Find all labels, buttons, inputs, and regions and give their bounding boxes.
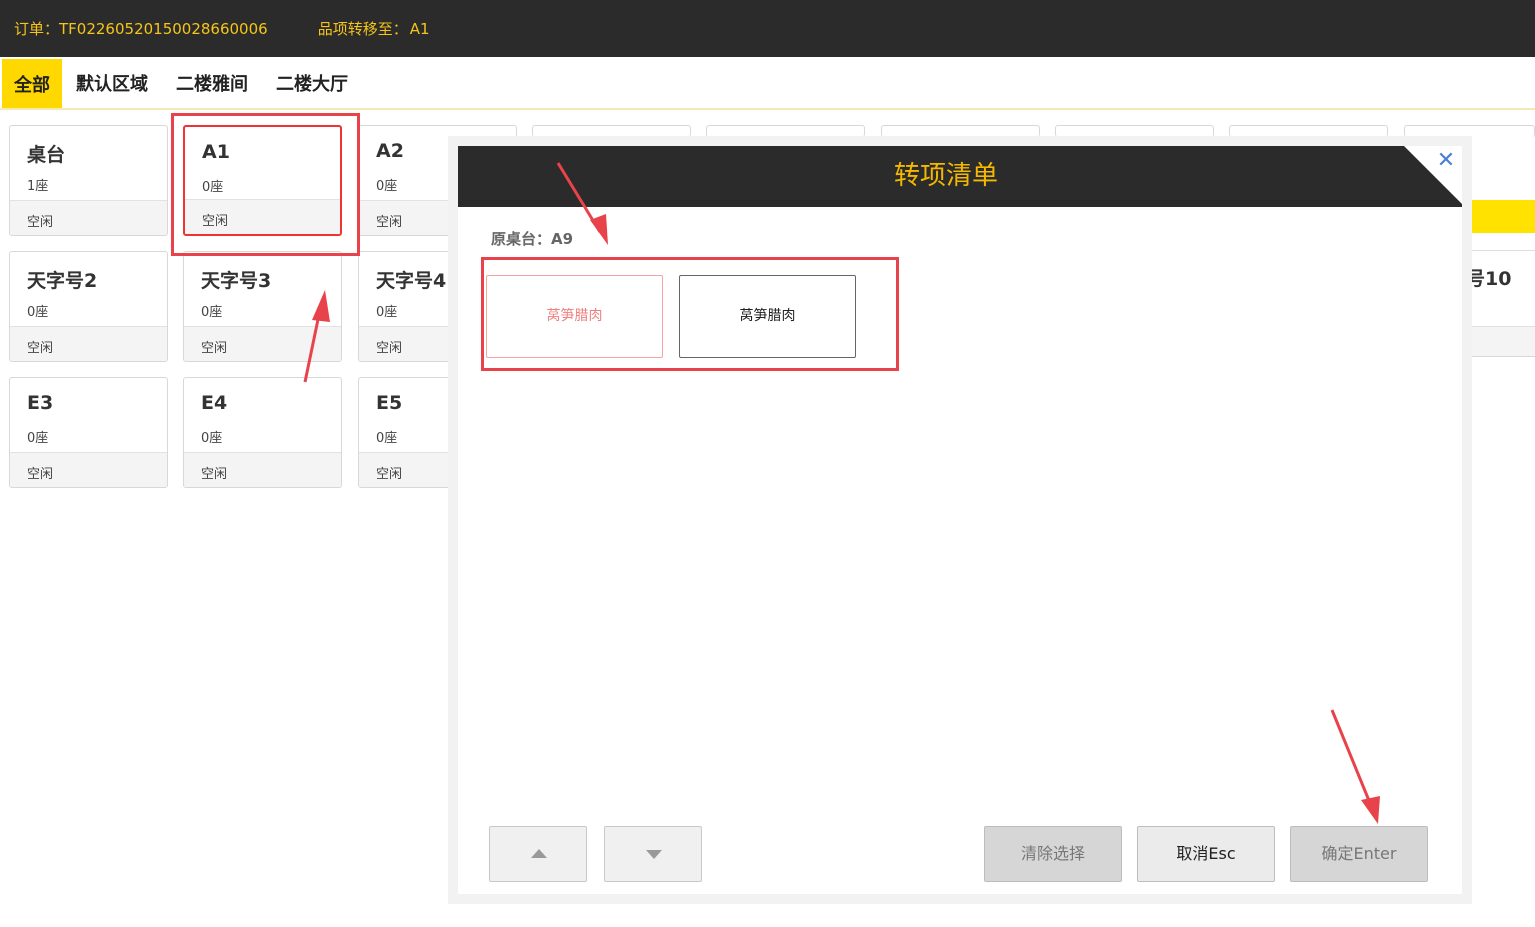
table-seats: 0座 xyxy=(27,305,49,320)
clear-selection-button[interactable]: 清除选择 xyxy=(984,826,1122,882)
source-table-value: A9 xyxy=(551,230,574,248)
table-name-partial: 号10 xyxy=(1466,268,1512,290)
table-name: E4 xyxy=(201,392,228,414)
table-card[interactable]: E4 0座 空闲 xyxy=(183,377,342,488)
table-name: E5 xyxy=(376,392,403,414)
table-status: 空闲 xyxy=(10,200,167,235)
close-icon[interactable]: ✕ xyxy=(1434,150,1458,174)
table-seats: 0座 xyxy=(201,305,223,320)
annotation-box-a1 xyxy=(171,113,360,256)
transfer-target: A1 xyxy=(409,20,430,38)
modal-header: 转项清单 xyxy=(458,146,1462,207)
table-card[interactable]: 天字号3 0座 空闲 xyxy=(183,251,342,362)
table-name: 天字号2 xyxy=(27,270,98,292)
tab-default-area[interactable]: 默认区域 xyxy=(62,57,162,108)
table-seats: 0座 xyxy=(376,179,398,194)
table-seats: 1座 xyxy=(27,179,49,194)
annotation-box-items xyxy=(481,257,899,371)
table-seats: 0座 xyxy=(376,305,398,320)
confirm-button[interactable]: 确定Enter xyxy=(1290,826,1428,882)
table-name: 天字号4 xyxy=(376,270,447,292)
table-status: 空闲 xyxy=(184,452,341,487)
transfer-info: 品项转移至： A1 xyxy=(318,18,430,39)
table-name: 桌台 xyxy=(27,144,66,166)
scroll-down-button[interactable] xyxy=(604,826,702,882)
order-info: 订单：TF02260520150028660006 xyxy=(14,18,268,39)
modal-title: 转项清单 xyxy=(893,161,998,191)
table-name: 天字号3 xyxy=(201,270,272,292)
table-status: 空闲 xyxy=(10,326,167,361)
table-seats: 0座 xyxy=(376,431,398,446)
table-status: 空闲 xyxy=(184,326,341,361)
app-window: 订单：TF02260520150028660006 品项转移至： A1 全部 默认… xyxy=(0,0,1535,927)
table-name: E3 xyxy=(27,392,54,414)
table-card[interactable]: 桌台 1座 空闲 xyxy=(9,125,168,236)
table-card[interactable]: E3 0座 空闲 xyxy=(9,377,168,488)
table-card[interactable]: 天字号2 0座 空闲 xyxy=(9,251,168,362)
triangle-up-icon xyxy=(531,849,547,858)
table-seats: 0座 xyxy=(201,431,223,446)
divider xyxy=(1462,250,1535,251)
source-table-label: 原桌台： xyxy=(491,230,552,248)
occupied-status-strip xyxy=(1462,200,1535,233)
table-status-partial xyxy=(1462,326,1535,357)
cancel-button[interactable]: 取消Esc xyxy=(1137,826,1275,882)
order-number: TF02260520150028660006 xyxy=(59,20,268,38)
table-seats: 0座 xyxy=(27,431,49,446)
triangle-down-icon xyxy=(646,850,662,859)
tab-second-floor-hall[interactable]: 二楼大厅 xyxy=(262,57,362,108)
source-table-line: 原桌台：A9 xyxy=(491,228,573,249)
scroll-up-button[interactable] xyxy=(489,826,587,882)
tab-all[interactable]: 全部 xyxy=(2,59,62,108)
area-tabs: 全部 默认区域 二楼雅间 二楼大厅 xyxy=(0,57,1535,110)
order-label: 订单： xyxy=(14,20,60,38)
transfer-label: 品项转移至： xyxy=(317,20,408,38)
tab-second-floor-private[interactable]: 二楼雅间 xyxy=(162,57,262,108)
table-status: 空闲 xyxy=(10,452,167,487)
top-bar: 订单：TF02260520150028660006 品项转移至： A1 xyxy=(0,0,1535,57)
table-name: A2 xyxy=(376,140,404,162)
